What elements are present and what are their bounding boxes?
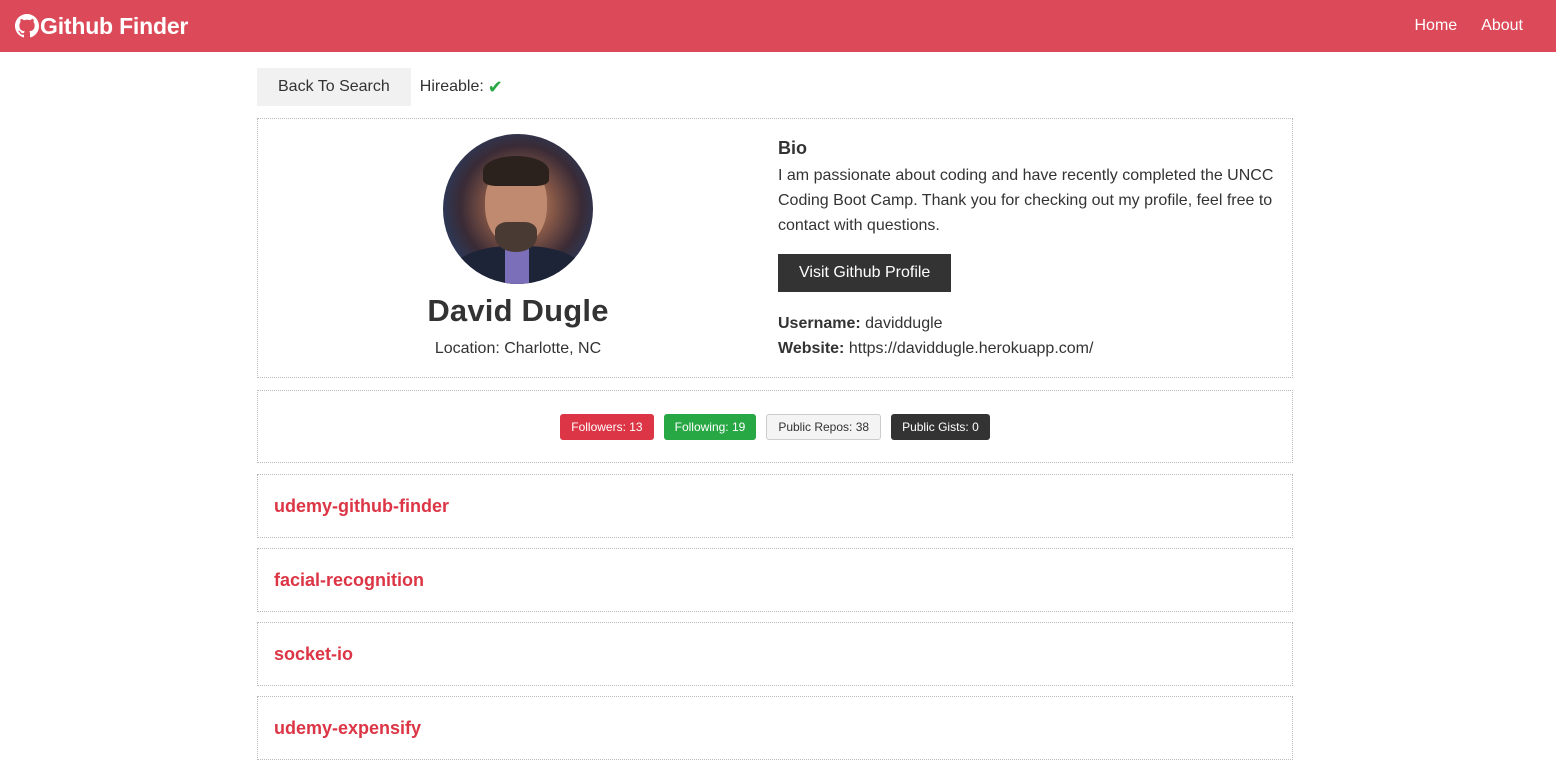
brand-title: Github Finder [40,12,189,39]
main-container: Back To Search Hireable: ✔ David Dugle L… [257,68,1293,760]
stats-card: Followers: 13 Following: 19 Public Repos… [257,390,1293,463]
public-repos-badge: Public Repos: 38 [766,413,882,440]
brand[interactable]: Github Finder [15,13,188,40]
profile-details: Bio I am passionate about coding and hav… [778,119,1292,377]
profile-info: Username: daviddugle Website: https://da… [778,311,1278,361]
nav-link-home[interactable]: Home [1415,17,1458,35]
hireable-label: Hireable: [419,78,484,95]
back-to-search-button[interactable]: Back To Search [257,68,411,106]
profile-name: David Dugle [427,293,609,328]
repo-link[interactable]: udemy-github-finder [274,496,449,517]
profile-location: Location: Charlotte, NC [434,340,602,357]
profile-card: David Dugle Location: Charlotte, NC Bio … [257,118,1293,378]
public-gists-badge: Public Gists: 0 [891,413,990,440]
hireable-status: Hireable: ✔ [420,77,503,98]
nav-link-about[interactable]: About [1481,17,1523,35]
repo-list: udemy-github-finder facial-recognition s… [257,474,1293,760]
username-value: daviddugle [865,315,943,332]
repo-link[interactable]: facial-recognition [274,570,424,591]
bio-heading: Bio [778,138,807,158]
following-badge: Following: 19 [663,413,757,440]
followers-badge: Followers: 13 [560,413,654,440]
username-label: Username: [778,315,861,332]
avatar [443,134,593,284]
repo-link[interactable]: socket-io [274,644,353,665]
repo-item: udemy-expensify [257,696,1293,760]
repo-item: socket-io [257,622,1293,686]
bio-text: I am passionate about coding and have re… [778,167,1274,234]
profile-summary: David Dugle Location: Charlotte, NC [258,119,778,377]
website-label: Website: [778,340,845,357]
username-row: Username: daviddugle [778,311,1278,336]
repo-item: facial-recognition [257,548,1293,612]
nav-links: Home About [1391,17,1524,35]
website-value: https://daviddugle.herokuapp.com/ [848,340,1094,357]
github-icon [15,14,39,38]
top-row: Back To Search Hireable: ✔ [257,68,1293,106]
navbar: Github Finder Home About [0,0,1556,52]
repo-item: udemy-github-finder [257,474,1293,538]
repo-link[interactable]: udemy-expensify [274,718,421,739]
check-icon: ✔ [487,76,503,97]
website-row: Website: https://daviddugle.herokuapp.co… [778,336,1278,361]
visit-github-profile-button[interactable]: Visit Github Profile [778,254,952,292]
